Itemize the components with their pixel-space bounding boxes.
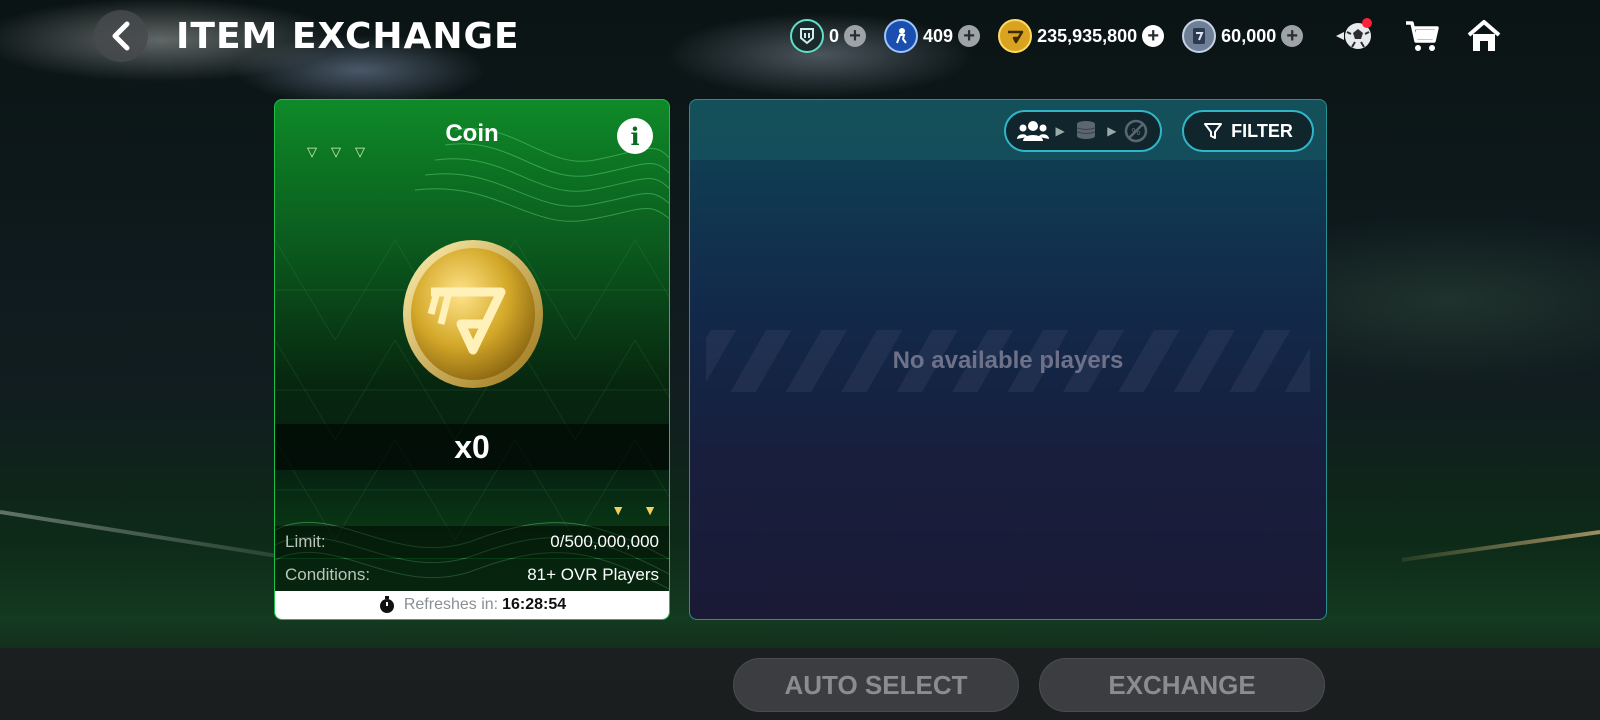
- add-icon[interactable]: +: [1281, 25, 1304, 47]
- decorative-triangles: ▽ ▽ ▽: [307, 144, 365, 159]
- pitch-line-right: [1401, 530, 1600, 562]
- currency-value: 60,000: [1221, 25, 1277, 46]
- svg-text:%: %: [1131, 127, 1141, 138]
- chevron-right-icon: ▶: [1107, 124, 1117, 138]
- ball-shop-button[interactable]: [1334, 16, 1374, 56]
- filter-label: FILTER: [1231, 120, 1293, 141]
- limit-value: 0/500,000,000: [550, 532, 659, 551]
- pitch-line: [0, 510, 297, 561]
- player-token-icon: [884, 19, 919, 53]
- stopwatch-icon: [379, 596, 394, 613]
- page-title: ITEM EXCHANGE: [176, 16, 520, 57]
- chevron-left-icon: [112, 21, 130, 51]
- store-button[interactable]: [1402, 16, 1442, 56]
- players-group-icon: [1017, 121, 1050, 141]
- currency-value: 0: [829, 25, 840, 46]
- exchange-button[interactable]: EXCHANGE: [1039, 658, 1325, 712]
- limit-row: Limit: 0/500,000,000: [275, 526, 669, 558]
- empty-message: No available players: [892, 347, 1124, 374]
- shopping-cart-icon: [1406, 21, 1439, 51]
- currency-rank-token[interactable]: 0 +: [790, 19, 867, 53]
- refresh-timer: Refreshes in: 16:28:54: [275, 591, 669, 619]
- empty-state: No available players: [706, 330, 1310, 392]
- add-icon[interactable]: +: [1142, 25, 1165, 47]
- home-button[interactable]: [1464, 16, 1504, 56]
- no-percent-icon: %: [1124, 119, 1148, 143]
- item-quantity: x0: [275, 424, 669, 470]
- fc-points-icon: [1182, 19, 1217, 53]
- coin-icon: [403, 240, 543, 388]
- currency-player-token[interactable]: 409 +: [884, 19, 981, 53]
- coin-stack-icon: [1076, 121, 1096, 139]
- limit-label: Limit:: [285, 532, 326, 551]
- info-icon[interactable]: i: [617, 118, 653, 154]
- add-icon[interactable]: +: [958, 25, 981, 47]
- back-button[interactable]: [94, 10, 148, 62]
- auto-select-button[interactable]: AUTO SELECT: [733, 658, 1019, 712]
- decorative-triangles: ▼ ▼: [611, 502, 657, 518]
- filter-button[interactable]: FILTER: [1182, 110, 1314, 152]
- conditions-label: Conditions:: [285, 565, 371, 584]
- currency-fc-points[interactable]: 60,000 +: [1182, 19, 1304, 53]
- chevron-right-icon: ▶: [1055, 124, 1065, 138]
- currency-value: 409: [923, 25, 954, 46]
- refresh-label: Refreshes in:: [403, 596, 499, 613]
- fc-coin-icon: [998, 19, 1033, 53]
- home-icon: [1467, 20, 1501, 51]
- currency-value: 235,935,800: [1037, 25, 1138, 46]
- currency-bar: 0 + 409 + 235,935,800 + 60,000 +: [790, 18, 1321, 54]
- filter-icon: [1204, 123, 1223, 139]
- add-icon[interactable]: +: [844, 25, 867, 47]
- player-selection-panel: ▶ ▶ % FILTER No available players: [689, 99, 1327, 620]
- refresh-time: 16:28:54: [502, 596, 567, 613]
- conditions-row: Conditions: 81+ OVR Players: [275, 559, 669, 591]
- notification-badge: [1362, 18, 1372, 28]
- rank-token-icon: [790, 19, 824, 53]
- conditions-value: 81+ OVR Players: [527, 565, 659, 584]
- currency-fc-coins[interactable]: 235,935,800 +: [998, 19, 1165, 53]
- exchange-item-card[interactable]: Coin i ▽ ▽ ▽ x0 ▼ ▼ Limit: 0/500,000,000 Co…: [274, 99, 670, 620]
- sort-steps-toggle[interactable]: ▶ ▶ %: [1004, 110, 1162, 152]
